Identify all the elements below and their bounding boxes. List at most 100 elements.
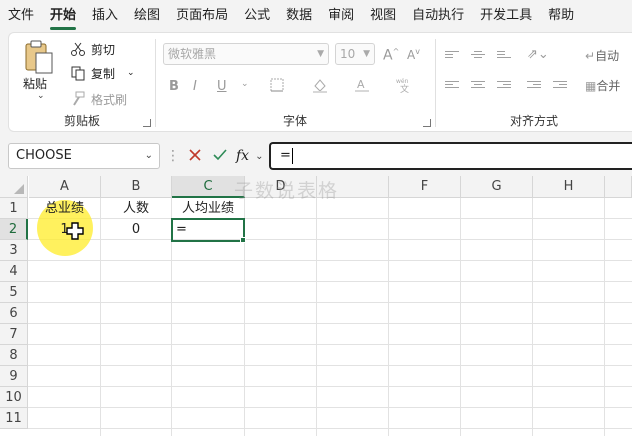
fill-handle[interactable] [240, 237, 246, 243]
chevron-down-icon[interactable]: ⌄ [127, 68, 135, 78]
column-header-i[interactable] [605, 176, 632, 198]
alignment-group: ⇗⌄ ↵自动 ▦合并 对齐方式 [435, 33, 632, 133]
row-header-3[interactable]: 3 [0, 240, 28, 261]
orientation-icon[interactable]: ⇗⌄ [527, 47, 549, 62]
fill-color-icon[interactable] [311, 77, 329, 97]
grid-line [28, 365, 632, 366]
row-header-8[interactable]: 8 [0, 345, 28, 366]
clipboard-group: 粘贴 ⌄ 剪切 复制 ⌄ 格式刷 剪贴板 [9, 33, 155, 133]
row-header-10[interactable]: 10 [0, 387, 28, 408]
cell-b1[interactable]: 人数 [101, 198, 171, 219]
align-left-icon[interactable] [445, 81, 459, 91]
row-header-9[interactable]: 9 [0, 366, 28, 387]
chevron-down-icon: ⌄ [144, 150, 153, 161]
paste-button[interactable] [23, 39, 55, 75]
select-all-button[interactable] [0, 176, 28, 198]
font-shrink-icon[interactable]: Av [407, 47, 420, 62]
tab-draw[interactable]: 绘图 [126, 0, 168, 32]
format-painter-button[interactable]: 格式刷 [69, 89, 127, 109]
cancel-icon[interactable] [188, 148, 202, 165]
formula-input[interactable]: = [269, 142, 632, 170]
grid-line [28, 344, 632, 345]
paste-icon [25, 40, 53, 74]
column-header-h[interactable]: H [533, 176, 605, 198]
spreadsheet-grid[interactable]: A B C D F G H 1 2 3 4 5 6 7 8 9 10 11 子数… [0, 176, 632, 436]
svg-text:文: 文 [400, 83, 409, 93]
row-header-6[interactable]: 6 [0, 303, 28, 324]
decrease-indent-icon[interactable] [527, 81, 541, 91]
tab-formulas[interactable]: 公式 [236, 0, 278, 32]
chevron-down-icon[interactable]: ⌄ [241, 79, 249, 89]
font-color-icon[interactable]: A [353, 77, 371, 97]
row-header-5[interactable]: 5 [0, 282, 28, 303]
grid-line [28, 386, 632, 387]
wrap-text-label: 自动 [595, 49, 620, 63]
text-caret [291, 147, 293, 164]
tab-file[interactable]: 文件 [0, 0, 42, 32]
underline-button[interactable]: U [217, 79, 227, 94]
row-header-4[interactable]: 4 [0, 261, 28, 282]
copy-button[interactable]: 复制 ⌄ [69, 63, 135, 83]
chevron-down-icon[interactable]: ⌄ [37, 91, 45, 101]
align-middle-icon[interactable] [471, 51, 485, 61]
column-header-b[interactable]: B [101, 176, 172, 198]
merge-center-button[interactable]: ▦合并 [585, 77, 620, 94]
tab-help[interactable]: 帮助 [540, 0, 582, 32]
cut-button[interactable]: 剪切 [69, 39, 115, 59]
grid-line [460, 198, 461, 436]
tab-page-layout[interactable]: 页面布局 [168, 0, 236, 32]
font-size-select[interactable]: 10 ▼ [335, 43, 375, 65]
launcher-icon[interactable] [423, 119, 431, 127]
tab-developer[interactable]: 开发工具 [472, 0, 540, 32]
phonetic-icon[interactable]: wén 文 [395, 77, 415, 97]
row-header-2[interactable]: 2 [0, 219, 28, 240]
wrap-text-button[interactable]: ↵自动 [585, 47, 619, 64]
font-grow-icon[interactable]: A^ [383, 47, 399, 64]
cell-c1[interactable]: 人均业绩 [172, 198, 244, 219]
column-header-a[interactable]: A [29, 176, 101, 198]
insert-function-button[interactable]: fx [236, 148, 249, 164]
tab-home[interactable]: 开始 [42, 0, 84, 32]
formula-text: = [280, 148, 291, 163]
grid-line [28, 281, 632, 282]
cell-b2[interactable]: 0 [101, 219, 171, 240]
bold-button[interactable]: B [169, 79, 179, 94]
launcher-icon[interactable] [143, 119, 151, 127]
tab-view[interactable]: 视图 [362, 0, 404, 32]
grid-line [28, 260, 632, 261]
chevron-down-icon[interactable]: ⌄ [255, 151, 263, 162]
chevron-down-icon: ▼ [317, 49, 324, 59]
align-center-icon[interactable] [471, 81, 485, 91]
enter-icon[interactable] [212, 148, 228, 165]
name-box[interactable]: CHOOSE ⌄ [8, 143, 160, 169]
border-icon[interactable] [269, 77, 285, 97]
font-group-label: 字体 [282, 114, 307, 128]
align-right-icon[interactable] [497, 81, 511, 91]
cell-a2[interactable]: 1 [29, 219, 100, 240]
cell-a1[interactable]: 总业绩 [29, 198, 100, 219]
column-header-g[interactable]: G [461, 176, 533, 198]
row-header-7[interactable]: 7 [0, 324, 28, 345]
increase-indent-icon[interactable] [553, 81, 567, 91]
tab-data[interactable]: 数据 [278, 0, 320, 32]
column-header-f[interactable]: F [389, 176, 461, 198]
font-size-value: 10 [340, 47, 356, 61]
tab-automate[interactable]: 自动执行 [404, 0, 472, 32]
active-cell-border [171, 218, 245, 242]
row-header-1[interactable]: 1 [0, 198, 28, 219]
merge-label: 合并 [596, 79, 621, 93]
align-top-icon[interactable] [445, 51, 459, 61]
copy-icon [69, 65, 87, 81]
more-options-icon[interactable]: ⋮ [166, 148, 180, 164]
italic-button[interactable]: I [193, 79, 197, 94]
formula-controls: ⋮ fx ⌄ [164, 143, 264, 169]
tab-review[interactable]: 审阅 [320, 0, 362, 32]
align-bottom-icon[interactable] [497, 51, 511, 61]
plus-cursor-icon [66, 222, 84, 240]
tab-insert[interactable]: 插入 [84, 0, 126, 32]
font-name-select[interactable]: 微软雅黑 ▼ [163, 43, 329, 65]
ribbon: 粘贴 ⌄ 剪切 复制 ⌄ 格式刷 剪贴板 微软雅黑 ▼ 10 ▼ A^ Av B… [8, 32, 632, 132]
watermark: 子数说表格 [234, 180, 340, 202]
row-header-11[interactable]: 11 [0, 408, 28, 429]
format-painter-label: 格式刷 [91, 92, 128, 107]
